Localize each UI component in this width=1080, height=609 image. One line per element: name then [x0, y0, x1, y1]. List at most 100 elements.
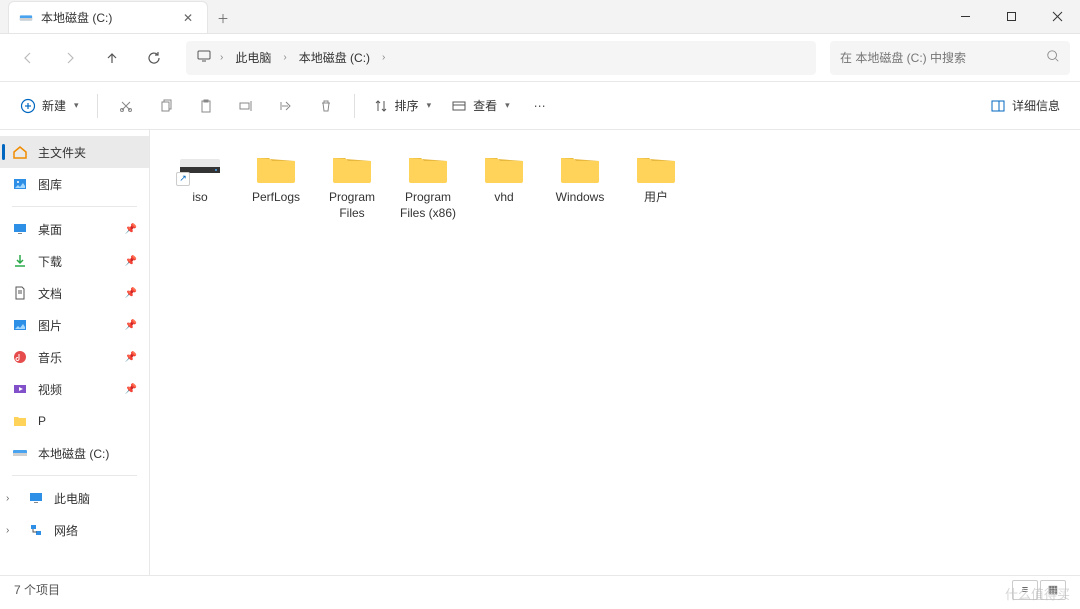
sidebar-label: 本地磁盘 (C:)	[38, 445, 109, 462]
back-button[interactable]	[10, 42, 46, 74]
cut-button[interactable]	[108, 89, 144, 123]
sidebar-label: 桌面	[38, 221, 62, 238]
minimize-button[interactable]	[942, 0, 988, 33]
chevron-right-icon[interactable]: ›	[6, 493, 18, 504]
watermark: 什么值得买	[1005, 584, 1070, 603]
folder-icon	[12, 413, 28, 429]
file-item[interactable]: Program Files (x86)	[394, 146, 462, 225]
sidebar-item-this-pc[interactable]: › 此电脑	[0, 482, 149, 514]
drive-icon	[12, 445, 28, 461]
address-bar[interactable]: › 此电脑 › 本地磁盘 (C:) ›	[186, 41, 816, 75]
sidebar-item-p-folder[interactable]: P	[0, 405, 149, 437]
details-pane-button[interactable]: 详细信息	[982, 89, 1068, 123]
breadcrumb-this-pc[interactable]: 此电脑	[231, 47, 275, 68]
sidebar-separator	[12, 206, 137, 207]
file-label: iso	[192, 190, 207, 206]
file-item[interactable]: 用户	[622, 146, 690, 225]
chevron-right-icon[interactable]: ›	[6, 525, 18, 536]
search-box[interactable]	[830, 41, 1070, 75]
file-label: PerfLogs	[252, 190, 300, 206]
pin-icon: 📌	[125, 320, 137, 331]
copy-button[interactable]	[148, 89, 184, 123]
sidebar-label: 音乐	[38, 349, 62, 366]
sidebar-label: 主文件夹	[38, 144, 86, 161]
pin-icon: 📌	[125, 384, 137, 395]
file-item[interactable]: Windows	[546, 146, 614, 225]
folder-icon	[330, 150, 374, 186]
rename-button[interactable]	[228, 89, 264, 123]
navigation-pane: 主文件夹 图库 桌面 📌 下载 📌 文档 📌 图片 📌 音	[0, 130, 150, 575]
new-button[interactable]: 新建 ▾	[12, 89, 87, 123]
main-area: 主文件夹 图库 桌面 📌 下载 📌 文档 📌 图片 📌 音	[0, 130, 1080, 575]
close-button[interactable]	[1034, 0, 1080, 33]
delete-button[interactable]	[308, 89, 344, 123]
file-list[interactable]: ↗ iso PerfLogs Program Files Program Files (…	[150, 130, 1080, 575]
sidebar-item-local-disk[interactable]: 本地磁盘 (C:)	[0, 437, 149, 469]
sidebar-item-home[interactable]: 主文件夹	[0, 136, 149, 168]
sidebar-separator	[12, 475, 137, 476]
drive-icon	[19, 11, 33, 25]
file-item[interactable]: ↗ iso	[166, 146, 234, 225]
sort-button[interactable]: 排序 ▾	[365, 89, 440, 123]
file-item[interactable]: PerfLogs	[242, 146, 310, 225]
refresh-button[interactable]	[136, 42, 172, 74]
chevron-right-icon: ›	[216, 52, 227, 63]
navigation-bar: › 此电脑 › 本地磁盘 (C:) ›	[0, 34, 1080, 82]
status-bar: 7 个项目 ≡ ▦	[0, 575, 1080, 603]
file-item[interactable]: Program Files	[318, 146, 386, 225]
up-button[interactable]	[94, 42, 130, 74]
documents-icon	[12, 285, 28, 301]
paste-button[interactable]	[188, 89, 224, 123]
network-icon	[28, 522, 44, 538]
file-label: Program Files	[322, 190, 382, 221]
search-input[interactable]	[840, 51, 1046, 65]
drive-shortcut-icon: ↗	[178, 150, 222, 186]
pin-icon: 📌	[125, 256, 137, 267]
chevron-down-icon: ▾	[74, 100, 79, 111]
tab-title: 本地磁盘 (C:)	[41, 9, 112, 26]
view-label: 查看	[473, 97, 497, 114]
maximize-button[interactable]	[988, 0, 1034, 33]
window-tab[interactable]: 本地磁盘 (C:) ✕	[8, 1, 208, 33]
folder-icon	[482, 150, 526, 186]
pin-icon: 📌	[125, 288, 137, 299]
pictures-icon	[12, 317, 28, 333]
sidebar-label: 此电脑	[54, 490, 90, 507]
folder-icon	[558, 150, 602, 186]
sidebar-item-desktop[interactable]: 桌面 📌	[0, 213, 149, 245]
sidebar-item-videos[interactable]: 视频 📌	[0, 373, 149, 405]
sidebar-label: P	[38, 414, 46, 428]
sidebar-item-pictures[interactable]: 图片 📌	[0, 309, 149, 341]
file-label: 用户	[644, 190, 668, 206]
share-button[interactable]	[268, 89, 304, 123]
sidebar-item-music[interactable]: 音乐 📌	[0, 341, 149, 373]
desktop-icon	[12, 221, 28, 237]
sidebar-item-network[interactable]: › 网络	[0, 514, 149, 546]
sidebar-label: 视频	[38, 381, 62, 398]
details-label: 详细信息	[1012, 97, 1060, 114]
sidebar-label: 网络	[54, 522, 78, 539]
file-item[interactable]: vhd	[470, 146, 538, 225]
sidebar-label: 文档	[38, 285, 62, 302]
music-icon	[12, 349, 28, 365]
sidebar-item-downloads[interactable]: 下载 📌	[0, 245, 149, 277]
home-icon	[12, 144, 28, 160]
divider	[97, 94, 98, 118]
more-button[interactable]: ⋯	[522, 89, 558, 123]
sidebar-item-documents[interactable]: 文档 📌	[0, 277, 149, 309]
chevron-right-icon: ›	[378, 52, 389, 63]
sort-label: 排序	[395, 97, 419, 114]
folder-icon	[254, 150, 298, 186]
folder-icon	[634, 150, 678, 186]
view-button[interactable]: 查看 ▾	[443, 89, 518, 123]
breadcrumb-local-disk[interactable]: 本地磁盘 (C:)	[295, 47, 374, 68]
forward-button[interactable]	[52, 42, 88, 74]
tab-close-button[interactable]: ✕	[179, 9, 197, 27]
new-label: 新建	[42, 97, 66, 114]
sidebar-item-gallery[interactable]: 图库	[0, 168, 149, 200]
chevron-down-icon: ▾	[427, 100, 432, 111]
file-label: vhd	[494, 190, 513, 206]
pin-icon: 📌	[125, 224, 137, 235]
new-tab-button[interactable]: ＋	[208, 3, 238, 33]
monitor-icon	[28, 490, 44, 506]
